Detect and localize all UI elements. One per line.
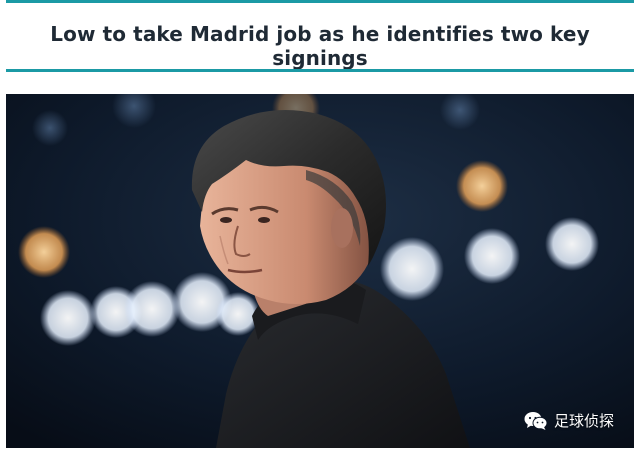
photo-watermark: 足球侦探 (524, 410, 614, 431)
photo-illustration (6, 94, 634, 448)
wechat-icon (524, 411, 548, 431)
watermark-text: 足球侦探 (553, 412, 614, 430)
article-photo: 足球侦探 (6, 94, 634, 448)
article-headline: Low to take Madrid job as he identifies … (50, 22, 590, 70)
headline-underline-rule (6, 69, 634, 72)
top-accent-rule (6, 0, 634, 3)
